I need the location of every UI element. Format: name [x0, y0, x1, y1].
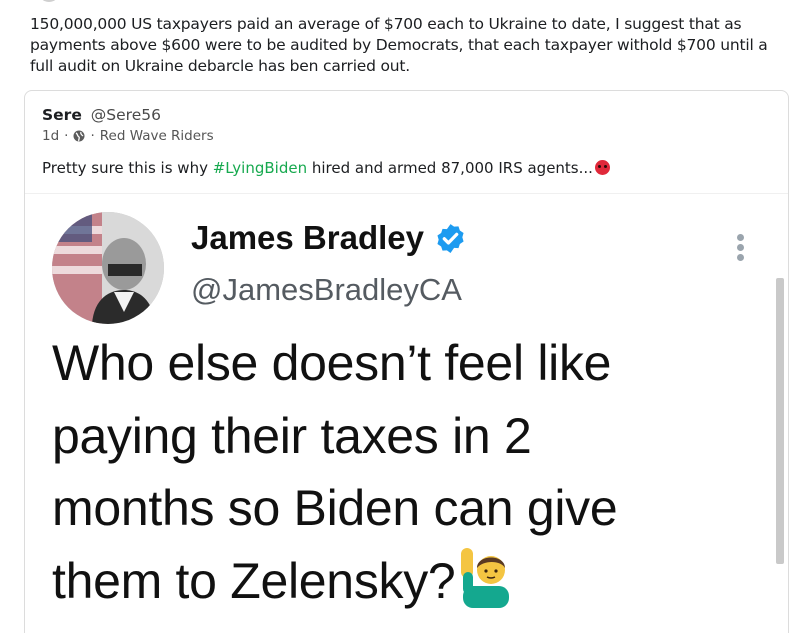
group-separator: ·: [90, 128, 95, 144]
hashtag-link[interactable]: #LyingBiden: [213, 159, 307, 177]
feed-page: 150,000,000 US taxpayers paid an average…: [0, 0, 798, 633]
shared-body-before: Pretty sure this is why: [42, 159, 213, 177]
meta-separator: ·: [64, 128, 69, 144]
tweet-author-handle: @JamesBradleyCA: [191, 272, 462, 307]
tweet-text-line: paying their taxes in 2: [52, 407, 532, 464]
tweet-text: Who else doesn’t feel like paying their …: [52, 327, 752, 617]
avatar-image: [52, 212, 164, 324]
angry-face-icon: [594, 160, 610, 175]
group-name[interactable]: Red Wave Riders: [100, 128, 214, 144]
verified-badge-icon: [437, 223, 464, 253]
tweet-screenshot-image[interactable]: James Bradley @JamesBradleyCA Who else d…: [25, 193, 788, 633]
shared-post-card[interactable]: Sere @Sere56 1d · · Red Wave Riders Pret…: [24, 90, 789, 633]
shared-post-header: Sere @Sere56 1d · · Red Wave Riders: [42, 105, 214, 144]
previous-avatar-edge: [38, 0, 60, 2]
tweet-author-name-row: James Bradley: [191, 219, 467, 257]
tweet-author-name: James Bradley: [191, 219, 424, 256]
globe-icon: [73, 130, 85, 142]
scrollbar-thumb[interactable]: [776, 278, 784, 564]
person-raising-hand-icon: [461, 547, 510, 608]
tweet-text-line: them to Zelensky?: [52, 552, 456, 609]
post-time[interactable]: 1d: [42, 128, 59, 144]
shared-post-body: Pretty sure this is why #LyingBiden hire…: [42, 159, 610, 177]
shared-body-after: hired and armed 87,000 IRS agents...: [307, 159, 593, 177]
more-vertical-icon: [737, 234, 745, 262]
tweet-text-last-line: them to Zelensky?: [52, 545, 752, 618]
tweet-text-line: months so Biden can give: [52, 480, 618, 536]
avatar: [52, 212, 164, 324]
shared-author-handle[interactable]: @Sere56: [91, 106, 161, 124]
tweet-text-line: Who else doesn’t feel like: [52, 335, 612, 391]
shared-author-name[interactable]: Sere: [42, 106, 82, 124]
post-text: 150,000,000 US taxpayers paid an average…: [30, 15, 768, 75]
